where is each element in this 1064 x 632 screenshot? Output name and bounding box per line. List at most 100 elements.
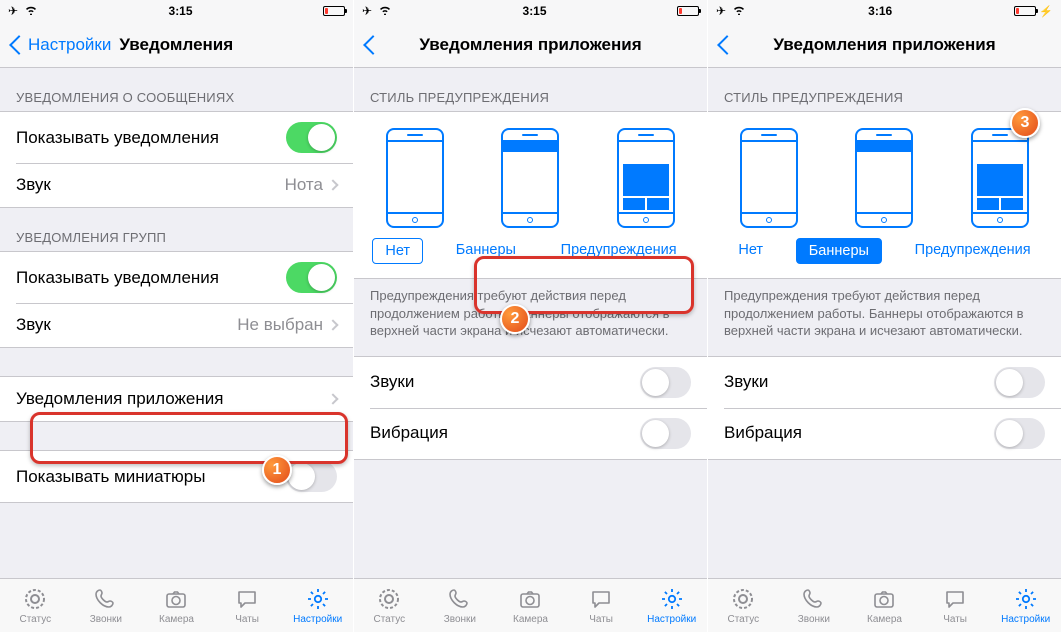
tab-settings[interactable]: Настройки bbox=[636, 579, 707, 632]
style-option-none[interactable]: Нет bbox=[726, 238, 775, 264]
section-header-style: СТИЛЬ ПРЕДУПРЕЖДЕНИЯ bbox=[354, 68, 707, 111]
row-sounds[interactable]: Звуки bbox=[354, 357, 707, 408]
switch-vibration[interactable] bbox=[994, 418, 1045, 449]
row-thumbnails[interactable]: Показывать миниатюры bbox=[0, 451, 353, 502]
row-group-show-notifications[interactable]: Показывать уведомления bbox=[0, 252, 353, 303]
section-header-groups: УВЕДОМЛЕНИЯ ГРУПП bbox=[0, 208, 353, 251]
tab-calls[interactable]: Звонки bbox=[779, 579, 850, 632]
status-time: 3:16 bbox=[868, 4, 892, 18]
style-option-banners[interactable]: Баннеры bbox=[796, 238, 882, 264]
row-vibration[interactable]: Вибрация bbox=[354, 408, 707, 459]
wifi-icon bbox=[24, 4, 38, 18]
battery-icon bbox=[677, 6, 699, 16]
tab-label: Чаты bbox=[943, 614, 967, 625]
screen-2: ✈ 3:15 Уведомления приложения СТИЛЬ ПРЕД… bbox=[354, 0, 708, 632]
style-preview-alerts[interactable] bbox=[971, 128, 1029, 228]
section-header-messages: УВЕДОМЛЕНИЯ О СООБЩЕНИЯХ bbox=[0, 68, 353, 111]
tab-calls[interactable]: Звонки bbox=[425, 579, 496, 632]
switch-sounds[interactable] bbox=[994, 367, 1045, 398]
style-preview-none[interactable] bbox=[740, 128, 798, 228]
tab-calls[interactable]: Звонки bbox=[71, 579, 142, 632]
row-label: Показывать миниатюры bbox=[16, 467, 205, 487]
switch-group-show[interactable] bbox=[286, 262, 337, 293]
chat-icon bbox=[588, 586, 614, 612]
screen-3: ✈ 3:16 ⚡ Уведомления приложения СТИЛЬ ПР… bbox=[708, 0, 1062, 632]
row-label: Звуки bbox=[370, 372, 414, 392]
tab-label: Камера bbox=[159, 614, 194, 625]
back-chevron-icon[interactable] bbox=[9, 35, 29, 55]
tabbar: Статус Звонки Камера Чаты Настройки bbox=[0, 578, 353, 632]
screen-1: ✈ 3:15 Настройки Уведомления УВЕДОМЛЕНИЯ… bbox=[0, 0, 354, 632]
camera-icon bbox=[517, 586, 543, 612]
switch-show-notifications[interactable] bbox=[286, 122, 337, 153]
back-chevron-icon[interactable] bbox=[717, 35, 737, 55]
chevron-right-icon bbox=[327, 179, 338, 190]
row-app-notifications[interactable]: Уведомления приложения bbox=[0, 377, 353, 421]
tabbar: Статус Звонки Камера Чаты Настройки bbox=[708, 578, 1061, 632]
row-sounds[interactable]: Звуки bbox=[708, 357, 1061, 408]
charging-icon: ⚡ bbox=[1039, 5, 1053, 18]
page-title: Уведомления приложения bbox=[354, 35, 707, 55]
row-value: Не выбран bbox=[237, 315, 323, 335]
nav-header: Уведомления приложения bbox=[354, 22, 707, 68]
alert-style-picker: Нет Баннеры Предупреждения bbox=[354, 111, 707, 279]
chevron-right-icon bbox=[327, 393, 338, 404]
page-title: Уведомления bbox=[119, 35, 233, 55]
row-label: Звуки bbox=[724, 372, 768, 392]
wifi-icon bbox=[378, 4, 392, 18]
style-preview-banners[interactable] bbox=[501, 128, 559, 228]
chat-icon bbox=[942, 586, 968, 612]
nav-header: Уведомления приложения bbox=[708, 22, 1061, 68]
airplane-icon: ✈ bbox=[716, 4, 726, 18]
tab-camera[interactable]: Камера bbox=[141, 579, 212, 632]
row-show-notifications[interactable]: Показывать уведомления bbox=[0, 112, 353, 163]
style-option-none[interactable]: Нет bbox=[372, 238, 423, 264]
camera-icon bbox=[871, 586, 897, 612]
style-option-banners[interactable]: Баннеры bbox=[444, 238, 528, 264]
row-label: Показывать уведомления bbox=[16, 268, 219, 288]
gear-icon bbox=[659, 586, 685, 612]
tab-label: Звонки bbox=[444, 614, 476, 625]
style-preview-none[interactable] bbox=[386, 128, 444, 228]
row-vibration[interactable]: Вибрация bbox=[708, 408, 1061, 459]
tab-label: Статус bbox=[727, 614, 759, 625]
back-button[interactable]: Настройки bbox=[28, 35, 111, 55]
tab-settings[interactable]: Настройки bbox=[282, 579, 353, 632]
style-preview-banners[interactable] bbox=[855, 128, 913, 228]
tab-settings[interactable]: Настройки bbox=[990, 579, 1061, 632]
tab-status[interactable]: Статус bbox=[0, 579, 71, 632]
style-option-alerts[interactable]: Предупреждения bbox=[903, 238, 1043, 264]
phone-icon bbox=[801, 586, 827, 612]
tab-chats[interactable]: Чаты bbox=[920, 579, 991, 632]
row-group-sound[interactable]: Звук Не выбран bbox=[0, 303, 353, 347]
wifi-icon bbox=[732, 4, 746, 18]
chevron-right-icon bbox=[327, 319, 338, 330]
tab-label: Настройки bbox=[293, 614, 342, 625]
row-label: Звук bbox=[16, 175, 51, 195]
tab-label: Чаты bbox=[589, 614, 613, 625]
alert-style-picker: Нет Баннеры Предупреждения bbox=[708, 111, 1061, 279]
tab-status[interactable]: Статус bbox=[354, 579, 425, 632]
switch-thumbnails[interactable] bbox=[286, 461, 337, 492]
tab-camera[interactable]: Камера bbox=[495, 579, 566, 632]
back-chevron-icon[interactable] bbox=[363, 35, 383, 55]
camera-icon bbox=[163, 586, 189, 612]
airplane-icon: ✈ bbox=[362, 4, 372, 18]
tab-label: Настройки bbox=[1001, 614, 1050, 625]
style-option-alerts[interactable]: Предупреждения bbox=[549, 238, 689, 264]
page-title: Уведомления приложения bbox=[708, 35, 1061, 55]
tab-chats[interactable]: Чаты bbox=[212, 579, 283, 632]
tab-camera[interactable]: Камера bbox=[849, 579, 920, 632]
status-time: 3:15 bbox=[169, 4, 193, 18]
tab-status[interactable]: Статус bbox=[708, 579, 779, 632]
tab-label: Камера bbox=[513, 614, 548, 625]
switch-sounds[interactable] bbox=[640, 367, 691, 398]
tabbar: Статус Звонки Камера Чаты Настройки bbox=[354, 578, 707, 632]
row-sound[interactable]: Звук Нота bbox=[0, 163, 353, 207]
status-icon bbox=[730, 586, 756, 612]
gear-icon bbox=[305, 586, 331, 612]
switch-vibration[interactable] bbox=[640, 418, 691, 449]
style-preview-alerts[interactable] bbox=[617, 128, 675, 228]
tab-chats[interactable]: Чаты bbox=[566, 579, 637, 632]
tab-label: Чаты bbox=[235, 614, 259, 625]
